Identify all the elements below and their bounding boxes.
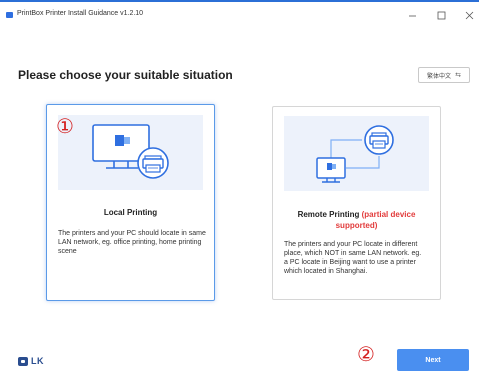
minimize-icon [408,15,416,16]
remote-printing-title-text: Remote Printing [297,210,360,219]
maximize-icon [437,11,445,19]
remote-network-icon [316,125,394,183]
local-printing-description: The printers and your PC should locate i… [58,230,206,255]
minimize-button[interactable] [402,7,422,23]
step-annotation-2: ② [357,342,375,366]
brand-logo: LK [18,356,44,366]
remote-printing-description: The printers and your PC locate in diffe… [284,241,422,275]
window-title: PrintBox Printer Install Guidance v1.2.1… [17,10,144,17]
close-button[interactable] [459,7,479,23]
close-icon [465,11,473,19]
app-icon [6,12,13,18]
step-annotation-1: ① [56,114,74,138]
language-switch-button[interactable]: 繁体中文 ⇆ [418,67,470,83]
local-printing-title: Local Printing [103,208,158,217]
swap-icon: ⇆ [455,72,461,79]
remote-printing-card[interactable]: Remote Printing (partial device supporte… [272,106,441,300]
logo-text: LK [31,356,44,366]
monitor-printer-icon [92,124,169,179]
remote-printing-illustration [284,116,429,191]
local-printing-illustration [58,115,203,190]
page-title: Please choose your suitable situation [18,68,233,82]
next-button[interactable]: Next [397,349,469,371]
remote-printing-title: Remote Printing (partial device supporte… [273,209,440,231]
maximize-button[interactable] [431,7,451,23]
logo-mark-icon [18,356,28,366]
language-label: 繁体中文 [427,73,452,80]
title-bar[interactable]: PrintBox Printer Install Guidance v1.2.1… [0,2,479,30]
